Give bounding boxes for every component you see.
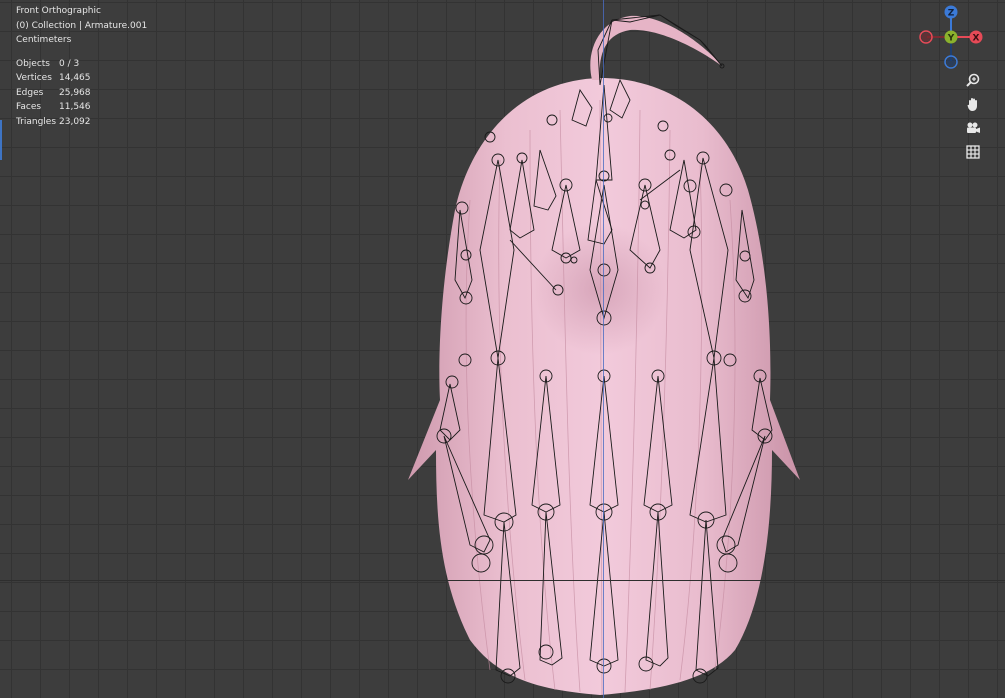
stat-label: Edges — [16, 87, 44, 98]
gizmo-neg-x-axis[interactable] — [919, 30, 933, 44]
collection-label: (0) Collection | Armature.001 — [16, 20, 148, 31]
zoom-icon[interactable] — [962, 69, 984, 91]
stat-value: 23,092 — [59, 116, 91, 127]
view-name: Front Orthographic — [16, 6, 101, 16]
stat-label: Faces — [16, 102, 42, 112]
gizmo-z-axis[interactable]: Z — [944, 5, 958, 19]
units-label: Centimeters — [16, 35, 72, 45]
stat-value: 25,968 — [59, 87, 91, 98]
hair-mesh-with-armature[interactable] — [0, 0, 1005, 698]
stat-label: Triangles — [16, 116, 57, 127]
scene-statistics: Objects 0 / 3 Vertices 14,465 Edges 25,9… — [16, 57, 147, 130]
gizmo-x-label: X — [973, 34, 980, 44]
stat-row: Triangles 23,092 — [16, 115, 147, 130]
stat-row: Objects 0 / 3 — [16, 57, 147, 72]
camera-icon[interactable] — [962, 117, 984, 139]
stat-row: Faces 11,546 — [16, 100, 147, 115]
z-axis-line — [603, 0, 604, 698]
stat-label: Objects — [16, 58, 51, 69]
navigation-gizmo[interactable]: Z X Y — [918, 3, 986, 71]
stat-row: Edges 25,968 — [16, 86, 147, 101]
3d-viewport[interactable]: Front Orthographic (0) Collection | Arma… — [0, 0, 1005, 698]
stat-value: 0 / 3 — [59, 58, 80, 69]
gizmo-z-label: Z — [948, 9, 955, 19]
stat-label: Vertices — [16, 73, 52, 83]
stat-row: Vertices 14,465 — [16, 71, 147, 86]
stat-value: 14,465 — [59, 73, 91, 83]
gizmo-x-axis[interactable]: X — [969, 30, 983, 44]
grid-icon[interactable] — [962, 141, 984, 163]
x-axis-line — [0, 580, 1005, 581]
gizmo-y-axis[interactable]: Y — [944, 30, 958, 44]
pan-hand-icon[interactable] — [962, 93, 984, 115]
stat-value: 11,546 — [59, 102, 91, 112]
viewport-info-overlay: Front Orthographic (0) Collection | Arma… — [16, 4, 147, 129]
gizmo-y-label: Y — [947, 34, 955, 44]
gizmo-neg-z-axis[interactable] — [944, 55, 958, 69]
